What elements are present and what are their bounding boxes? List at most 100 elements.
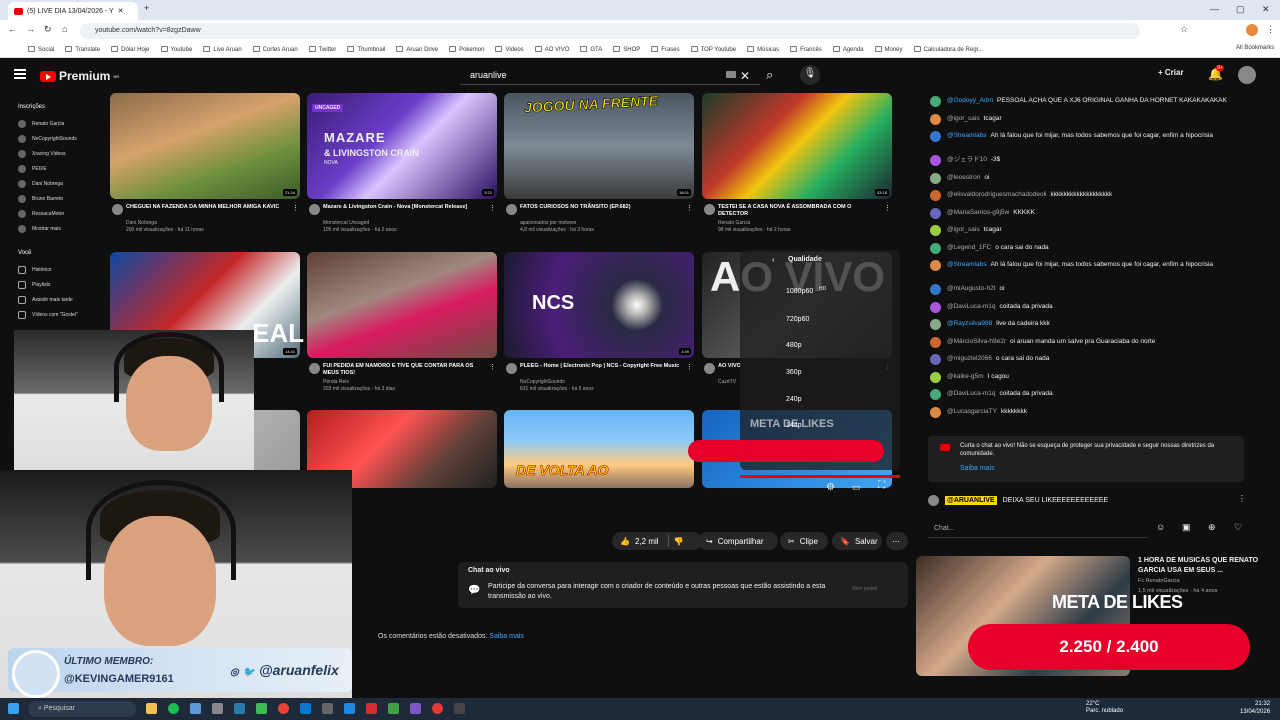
super-chat-icon[interactable]: ▣ xyxy=(1182,522,1191,533)
emoji-icon[interactable]: ☺ xyxy=(1156,522,1165,532)
all-bookmarks[interactable]: All Bookmarks xyxy=(1236,45,1274,51)
chat-author[interactable]: @Streamlabs xyxy=(947,132,986,139)
chat-author[interactable]: @Rayzsilva988 xyxy=(947,320,992,327)
keyboard-icon[interactable] xyxy=(726,71,736,78)
video-menu-icon[interactable]: ⋮ xyxy=(489,363,496,371)
chat-avatar[interactable] xyxy=(930,336,941,348)
system-clock[interactable]: 21:32 13/04/2026 xyxy=(1240,700,1270,716)
like-button[interactable]: 👍 2,2 mil 👎 xyxy=(612,532,702,550)
bookmark-item[interactable]: Pokemon xyxy=(449,46,484,53)
reload-icon[interactable]: ↻ xyxy=(44,24,52,35)
chat-author[interactable]: @leoestron xyxy=(947,174,980,181)
fullscreen-icon[interactable]: ⛶ xyxy=(878,480,885,491)
sidebar-item[interactable]: NoCopyrightSounds xyxy=(10,131,100,146)
maximize-icon[interactable]: ▢ xyxy=(1236,4,1245,15)
bookmark-item[interactable]: Live Aruan xyxy=(203,46,242,53)
video-menu-icon[interactable]: ⋮ xyxy=(884,204,891,212)
close-window-icon[interactable]: ✕ xyxy=(1262,4,1270,15)
sidebar-item[interactable]: Vídeos com "Gostei" xyxy=(10,307,100,322)
bookmark-item[interactable]: Thumbnail xyxy=(347,46,385,53)
store-icon[interactable] xyxy=(190,703,201,714)
video-title[interactable]: TESTEI SE A CASA NOVA É ASSOMBRADA COM O… xyxy=(702,204,882,218)
chat-author[interactable]: @ジェラド10 xyxy=(947,156,987,163)
chat-avatar[interactable] xyxy=(930,96,941,107)
chat-author[interactable]: @MárcioSilva-h9e2r xyxy=(947,338,1006,345)
player-progress-bar[interactable] xyxy=(740,475,900,478)
heart-icon[interactable]: ♡ xyxy=(1234,522,1242,533)
share-button[interactable]: ↪ Compartilhar xyxy=(698,532,778,550)
video-channel[interactable]: NoCopyrightSounds xyxy=(504,379,565,385)
chat-avatar[interactable] xyxy=(930,284,941,295)
chat-author[interactable]: @Legend_1FC xyxy=(947,244,991,251)
bookmark-item[interactable]: Videos xyxy=(495,46,524,53)
file-explorer-icon[interactable] xyxy=(146,703,157,714)
video-channel[interactable]: Pérola Reis xyxy=(307,379,349,385)
clear-search-icon[interactable]: ✕ xyxy=(740,69,750,83)
sidebar-item[interactable]: Dani Nobrega xyxy=(10,176,100,191)
chat-avatar[interactable] xyxy=(930,225,941,236)
video-channel[interactable]: Renato Garcia xyxy=(702,220,750,226)
back-icon[interactable]: ← xyxy=(8,24,17,34)
open-panel-button[interactable]: Abrir painel xyxy=(852,586,877,592)
chat-avatar[interactable] xyxy=(930,172,941,184)
app-icon[interactable] xyxy=(344,703,355,714)
video-menu-icon[interactable]: ⋮ xyxy=(489,204,496,212)
sidebar-item[interactable]: Histórico xyxy=(10,262,100,277)
app-icon[interactable] xyxy=(454,703,465,714)
app-icon[interactable] xyxy=(234,703,245,714)
chat-notice-link[interactable]: Saiba mais xyxy=(960,465,995,472)
video-thumbnail[interactable]: 21:34 xyxy=(110,93,300,199)
chat-author[interactable]: @Streamlabs xyxy=(947,261,986,268)
chat-author[interactable]: @DaviLuca-m1q xyxy=(947,303,996,310)
bookmark-item[interactable]: Aruan Drive xyxy=(396,46,438,53)
chat-avatar[interactable] xyxy=(930,406,941,418)
quality-option[interactable]: 240p xyxy=(786,396,802,403)
video-channel[interactable]: apaixonados por motores xyxy=(504,220,576,226)
chat-author[interactable]: @miguzlel2066 xyxy=(947,355,992,362)
forward-icon[interactable]: → xyxy=(26,24,35,34)
chat-avatar[interactable] xyxy=(930,354,941,365)
chat-author[interactable]: @igor_sais xyxy=(947,226,980,233)
bookmark-item[interactable]: Twitter xyxy=(308,46,336,53)
app-icon[interactable] xyxy=(322,703,333,714)
video-thumbnail[interactable]: 33:18 xyxy=(702,93,892,199)
search-icon[interactable]: ⌕ xyxy=(766,67,773,83)
chat-author[interactable]: @igor_sais xyxy=(947,115,980,122)
sidebar-item[interactable]: PEIXE xyxy=(10,161,100,176)
spotify-icon[interactable] xyxy=(168,703,179,714)
hamburger-menu-icon[interactable] xyxy=(14,69,26,79)
bookmark-item[interactable]: TOP Youtube xyxy=(690,46,736,53)
create-button[interactable]: + Criar xyxy=(1158,68,1184,77)
chat-avatar[interactable] xyxy=(930,319,941,330)
microphone-icon[interactable]: 🎙 xyxy=(800,65,820,85)
home-icon[interactable]: ⌂ xyxy=(62,24,67,34)
sidebar-item[interactable]: Bruno Barreto xyxy=(10,191,100,206)
bookmark-item[interactable]: Francês xyxy=(790,46,822,53)
video-title[interactable]: FUI PEDIDA EM NAMORO E TIVE QUE CONTAR P… xyxy=(307,363,487,377)
chat-author[interactable]: @elisvaldorodriguesmachadodeoli xyxy=(947,191,1046,198)
more-actions-button[interactable]: ⋯ xyxy=(886,532,908,550)
chat-author[interactable]: @LucasgarciaTY xyxy=(947,408,997,415)
bookmark-item[interactable]: Social xyxy=(28,46,54,53)
profile-icon[interactable] xyxy=(1246,24,1258,36)
chat-author[interactable]: @DaviLuca-m1q xyxy=(947,390,996,397)
bookmark-item[interactable]: Calculadora de Regr... xyxy=(913,46,983,53)
chat-avatar[interactable] xyxy=(930,242,941,254)
bookmark-item[interactable]: Frases xyxy=(651,46,680,53)
chat-avatar[interactable] xyxy=(930,389,941,400)
comments-learn-more-link[interactable]: Saiba mais xyxy=(489,633,524,640)
app-icon[interactable] xyxy=(212,703,223,714)
minimize-icon[interactable]: — xyxy=(1210,4,1219,14)
video-title[interactable]: CHEGUEI NA FAZENDA DA MINHA MELHOR AMIGA… xyxy=(110,204,290,211)
chat-avatar[interactable] xyxy=(930,190,941,201)
app-icon[interactable] xyxy=(256,703,267,714)
url-field[interactable]: youtube.com/watch?v=8zgzDaww xyxy=(80,23,1140,39)
sidebar-item[interactable]: Mostrar mais xyxy=(10,221,100,236)
chat-avatar[interactable] xyxy=(930,155,941,166)
bookmark-item[interactable]: Dólar Hoje xyxy=(111,46,150,53)
app-icon[interactable] xyxy=(366,703,377,714)
bookmark-item[interactable]: GTA xyxy=(580,46,602,53)
pinned-menu-icon[interactable]: ⋮ xyxy=(1238,494,1246,503)
sidebar-item[interactable]: Renato Garcia xyxy=(10,116,100,131)
app-icon[interactable] xyxy=(410,703,421,714)
